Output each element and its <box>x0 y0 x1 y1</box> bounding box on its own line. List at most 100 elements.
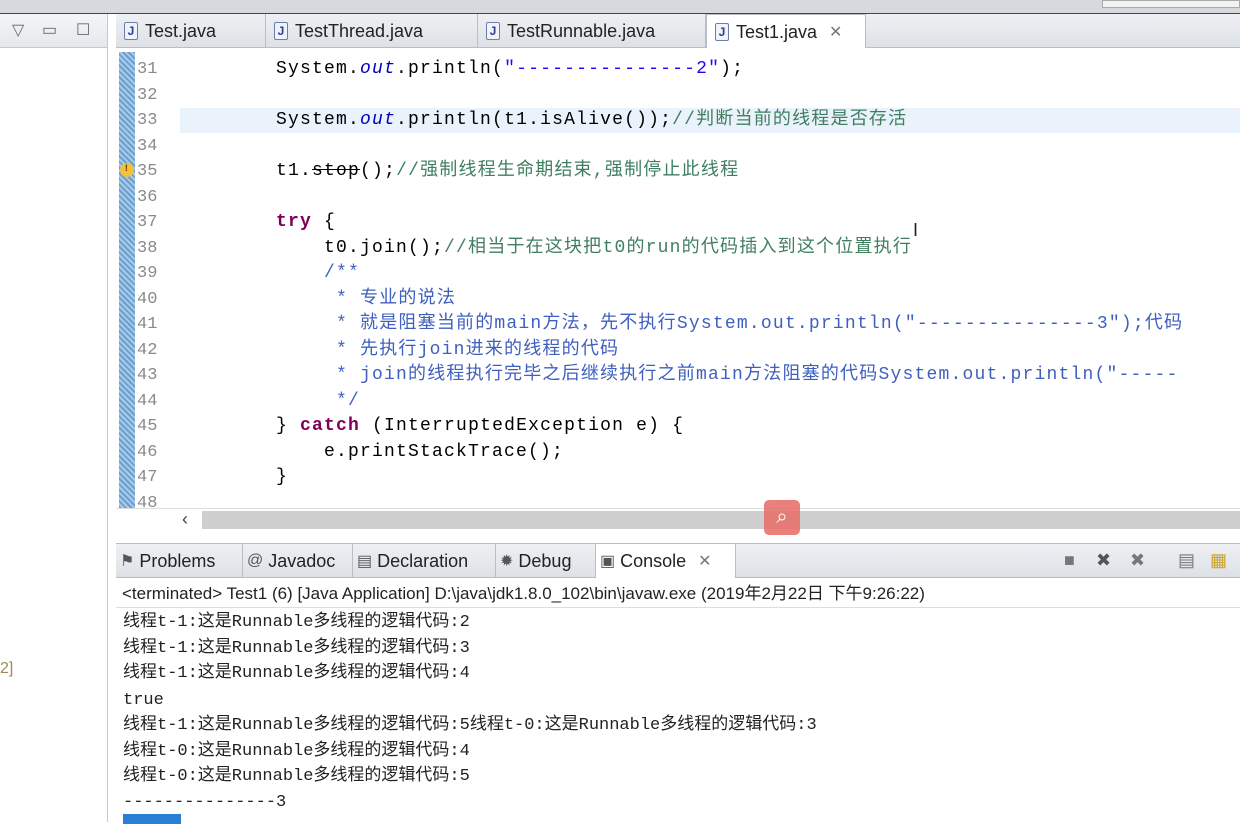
tab-label: Javadoc <box>268 550 336 571</box>
panel-header: ▽ ▭ ☐ <box>0 14 107 48</box>
code-line: 39 /** <box>116 261 1240 286</box>
tab-test1-java[interactable]: J Test1.java ✕ <box>706 14 866 49</box>
view-menu-icon[interactable]: ▽ <box>12 20 24 40</box>
javadoc-icon: @ <box>247 552 264 569</box>
code-line: 37 try { <box>116 210 1240 235</box>
clear-console-icon[interactable]: ▤ <box>1178 550 1195 571</box>
maximize-icon[interactable]: ☐ <box>76 20 90 40</box>
line-number: 45 <box>137 417 158 436</box>
code-line: 48 <box>116 491 1240 509</box>
java-file-icon: J <box>274 22 288 40</box>
console-line: ---------------3 <box>123 792 287 812</box>
code-token: } <box>180 416 301 436</box>
code-line: 47 } <box>116 465 1240 490</box>
console-process-info: <terminated> Test1 (6) [Java Application… <box>116 580 1240 608</box>
debug-icon: ✹ <box>500 553 514 570</box>
line-number: 31 <box>137 60 158 79</box>
code-token: "---------------2" <box>504 59 721 79</box>
line-number: 48 <box>137 493 158 509</box>
code-text: System.out.println(t1.isAlive());//判断当前的… <box>180 108 907 133</box>
code-token: e.printStackTrace(); <box>180 441 565 462</box>
code-text: * 专业的说法 <box>180 287 456 312</box>
remove-all-launches-icon[interactable]: ✖ <box>1130 550 1145 571</box>
tab-console[interactable]: ▣ Console ✕ <box>596 544 736 578</box>
truncated-text: 2] <box>0 660 14 677</box>
search-icon: ⌕ <box>776 506 788 528</box>
scrollbar-thumb[interactable] <box>202 511 1240 529</box>
java-file-icon: J <box>124 22 138 40</box>
selection-highlight <box>123 814 181 824</box>
line-number: 34 <box>137 136 158 156</box>
code-token: t1. <box>180 161 313 181</box>
code-line: 40 * 专业的说法 <box>116 287 1240 312</box>
code-token: */ <box>180 390 361 411</box>
console-line: true <box>123 690 164 710</box>
remove-launch-icon[interactable]: ✖ <box>1096 550 1111 571</box>
code-text: e.printStackTrace(); <box>180 440 564 465</box>
close-icon[interactable]: ✕ <box>829 22 842 42</box>
tab-testthread-java[interactable]: J TestThread.java <box>266 14 478 48</box>
minimize-icon[interactable]: ▭ <box>42 20 57 40</box>
code-token: /** <box>180 263 361 283</box>
line-number: 42 <box>137 340 158 360</box>
warning-icon[interactable]: ! <box>120 163 134 177</box>
java-file-icon: J <box>715 23 729 41</box>
console-line: 线程t-1:这是Runnable多线程的逻辑代码:4 <box>123 664 470 683</box>
code-token: ); <box>720 59 745 79</box>
line-number: 44 <box>137 391 158 411</box>
code-line: 46 e.printStackTrace(); <box>116 440 1240 465</box>
declaration-icon: ▤ <box>357 553 373 570</box>
code-line: 44 */ <box>116 389 1240 414</box>
tab-label: TestThread.java <box>295 20 424 41</box>
tab-testrunnable-java[interactable]: J TestRunnable.java <box>478 14 706 48</box>
code-token: //判断当前的线程是否存活 <box>672 110 908 130</box>
tab-label: Problems <box>139 550 216 571</box>
code-line: 34 <box>116 134 1240 159</box>
scroll-lock-icon[interactable]: ▦ <box>1210 550 1227 571</box>
scroll-left-icon[interactable]: ‹ <box>182 509 188 530</box>
tab-javadoc[interactable]: @ Javadoc <box>243 544 353 578</box>
code-text: try { <box>180 210 336 235</box>
code-token: } <box>180 467 289 487</box>
code-token: out <box>360 110 397 130</box>
tab-label: Console <box>620 550 687 571</box>
horizontal-scrollbar[interactable]: ‹ <box>116 508 1240 532</box>
console-output[interactable]: 线程t-1:这是Runnable多线程的逻辑代码:2 线程t-1:这是Runnab… <box>116 608 1240 824</box>
code-line: 41 * 就是阻塞当前的main方法，先不执行System.out.printl… <box>116 312 1240 337</box>
code-line: ! 35 t1.stop();//强制线程生命期结束,强制停止此线程 <box>116 159 1240 184</box>
tab-problems[interactable]: ⚑ Problems <box>116 544 243 578</box>
tab-debug[interactable]: ✹ Debug <box>496 544 596 578</box>
code-line: 33 System.out.println(t1.isAlive());//判断… <box>116 108 1240 133</box>
code-line: 45 } catch (InterruptedException e) { <box>116 414 1240 439</box>
line-number: 39 <box>137 264 158 283</box>
console-line: 线程t-1:这是Runnable多线程的逻辑代码:3 <box>123 638 470 658</box>
code-token: * join的线程执行完毕之后继续执行之前main方法阻塞的代码System.o… <box>180 365 1179 385</box>
code-token: out <box>360 59 397 79</box>
code-line: 32 <box>116 83 1240 108</box>
console-line: 线程t-1:这是Runnable多线程的逻辑代码:5线程t-0:这是Runnab… <box>123 716 817 735</box>
tab-label: Declaration <box>377 550 469 571</box>
code-token: //相当于在这块把t0的run的代码插入到这个位置执行 <box>444 237 913 258</box>
code-token: * 先执行join进来的线程的代码 <box>180 339 620 360</box>
magnifier-button[interactable]: ⌕ <box>764 500 800 535</box>
code-token: * 就是阻塞当前的main方法，先不执行System.out.println("… <box>180 314 1184 334</box>
code-line: 36 <box>116 185 1240 210</box>
code-text: */ <box>180 389 360 414</box>
package-explorer-panel: ▽ ▭ ☐ 2] <box>0 14 108 822</box>
code-token: catch <box>300 416 361 436</box>
code-token: System. <box>180 110 361 130</box>
close-icon[interactable]: ✕ <box>698 551 711 571</box>
tab-test-java[interactable]: J Test.java <box>116 14 266 48</box>
code-line: 43 * join的线程执行完毕之后继续执行之前main方法阻塞的代码Syste… <box>116 363 1240 388</box>
code-text: System.out.println("---------------2"); <box>180 57 744 82</box>
tab-label: Test.java <box>145 20 217 41</box>
java-file-icon: J <box>486 22 500 40</box>
code-line: 42 * 先执行join进来的线程的代码 <box>116 338 1240 363</box>
code-token: System. <box>180 59 361 79</box>
terminate-icon[interactable]: ■ <box>1064 550 1075 571</box>
console-line: 线程t-0:这是Runnable多线程的逻辑代码:4 <box>123 741 470 761</box>
code-editor[interactable]: I 31 System.out.println("---------------… <box>116 48 1240 508</box>
line-number: 40 <box>137 289 158 309</box>
tab-declaration[interactable]: ▤ Declaration <box>353 544 496 578</box>
